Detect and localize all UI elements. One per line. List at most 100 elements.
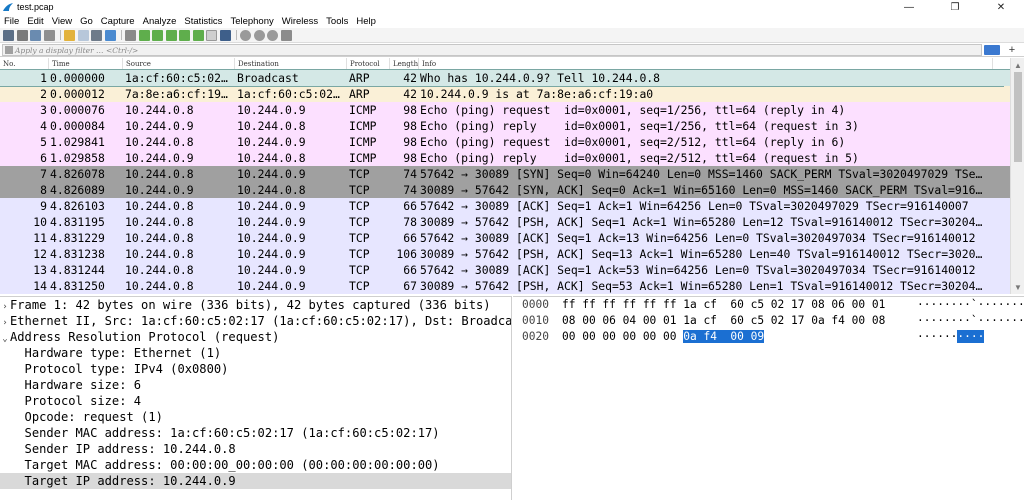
hex-text: 08 00 06 04 00 01 1a cf 60 c5 02 17 0a f… — [562, 314, 886, 327]
menu-view[interactable]: View — [48, 16, 76, 27]
scroll-up-icon[interactable]: ▲ — [1014, 61, 1022, 70]
cell-info: 57642 → 30089 [ACK] Seq=1 Ack=1 Win=6425… — [420, 199, 969, 213]
detail-tree-item[interactable]: ⌄ Address Resolution Protocol (request) — [0, 329, 511, 345]
column-header-time[interactable]: Time — [49, 58, 123, 70]
autoscroll-icon[interactable] — [206, 29, 217, 41]
detail-tree-item[interactable]: Sender MAC address: 1a:cf:60:c5:02:17 (1… — [0, 425, 511, 441]
menu-file[interactable]: File — [0, 16, 23, 27]
packet-list-rows: 1 0.000000 1a:cf:60:c5:02… Broadcast ARP 42 Wh… — [0, 69, 1024, 294]
packet-row[interactable]: 1 0.000000 1a:cf:60:c5:02… Broadcast ARP 42 Wh… — [0, 69, 1024, 87]
packet-row[interactable]: 8 4.826089 10.244.0.9 10.244.0.8 TCP 74 30089 … — [0, 182, 1024, 198]
column-header-destination[interactable]: Destination — [235, 58, 347, 70]
ascii-text: ········`······· — [917, 314, 1024, 327]
packet-row[interactable]: 4 0.000084 10.244.0.9 10.244.0.8 ICMP 98 Echo … — [0, 118, 1024, 134]
menu-go[interactable]: Go — [76, 16, 97, 27]
cell-destination: 1a:cf:60:c5:02… — [237, 87, 340, 101]
resize-columns-icon[interactable] — [280, 29, 292, 41]
detail-tree-item[interactable]: › Ethernet II, Src: 1a:cf:60:c5:02:17 (1a… — [0, 313, 511, 329]
ascii-bytes[interactable]: ········`······· — [916, 313, 1024, 329]
column-header-no[interactable]: No. — [0, 58, 49, 70]
hex-bytes[interactable]: 00 00 00 00 00 00 0a f4 00 09 — [561, 329, 916, 345]
cell-time: 4.831244 — [50, 263, 105, 277]
ascii-bytes[interactable]: ·········· — [916, 329, 1016, 345]
go-first-icon[interactable] — [179, 29, 190, 41]
packet-row[interactable]: 3 0.000076 10.244.0.8 10.244.0.9 ICMP 98 Echo … — [0, 102, 1024, 118]
bookmark-icon[interactable] — [5, 46, 13, 54]
column-header-protocol[interactable]: Protocol — [347, 58, 390, 70]
go-last-icon[interactable] — [192, 29, 204, 41]
display-filter-input[interactable]: Apply a display filter … <Ctrl-/> — [2, 44, 982, 56]
add-filter-button[interactable]: + — [1006, 44, 1018, 56]
detail-tree-item[interactable]: Target IP address: 10.244.0.9 — [0, 473, 511, 489]
zoom-out-icon[interactable] — [253, 29, 265, 41]
menu-analyze[interactable]: Analyze — [139, 16, 181, 27]
hex-bytes[interactable]: 08 00 06 04 00 01 1a cf 60 c5 02 17 0a f… — [561, 313, 916, 329]
cell-info: 57642 → 30089 [ACK] Seq=1 Ack=13 Win=642… — [420, 231, 976, 245]
cell-length: 98 — [403, 151, 417, 165]
detail-tree-item[interactable]: › Frame 1: 42 bytes on wire (336 bits), 4… — [0, 297, 511, 313]
restart-capture-icon[interactable] — [30, 29, 41, 41]
close-file-icon[interactable] — [91, 29, 102, 41]
cell-source: 7a:8e:a6:cf:19… — [125, 87, 228, 101]
cell-no: 5 — [40, 135, 47, 149]
find-packet-icon[interactable] — [125, 29, 136, 41]
scroll-down-icon[interactable]: ▼ — [1014, 283, 1022, 292]
go-back-icon[interactable] — [138, 29, 150, 41]
packet-row[interactable]: 14 4.831250 10.244.0.8 10.244.0.9 TCP 67 30089… — [0, 278, 1024, 294]
open-file-icon[interactable] — [64, 29, 75, 41]
toolbar-separator — [60, 30, 61, 40]
detail-tree-item[interactable]: Target MAC address: 00:00:00_00:00:00 (0… — [0, 457, 511, 473]
packet-row[interactable]: 11 4.831229 10.244.0.8 10.244.0.9 TCP 66 57642… — [0, 230, 1024, 246]
packet-row[interactable]: 2 0.000012 7a:8e:a6:cf:19… 1a:cf:60:c5:02… A… — [0, 86, 1024, 102]
cell-info: 30089 → 57642 [PSH, ACK] Seq=13 Ack=1 Wi… — [420, 247, 983, 261]
display-filter-bar: Apply a display filter … <Ctrl-/> + — [0, 43, 1024, 57]
menu-tools[interactable]: Tools — [322, 16, 352, 27]
cell-destination: 10.244.0.8 — [237, 183, 306, 197]
menu-help[interactable]: Help — [352, 16, 380, 27]
detail-tree-item[interactable]: Hardware type: Ethernet (1) — [0, 345, 511, 361]
colorize-icon[interactable] — [219, 29, 231, 41]
scrollbar-thumb[interactable] — [1014, 72, 1022, 162]
detail-tree-item[interactable]: Protocol type: IPv4 (0x0800) — [0, 361, 511, 377]
stop-capture-icon[interactable] — [16, 29, 28, 41]
menu-capture[interactable]: Capture — [97, 16, 139, 27]
cell-info: 57642 → 30089 [ACK] Seq=1 Ack=53 Win=642… — [420, 263, 976, 277]
menu-statistics[interactable]: Statistics — [180, 16, 226, 27]
zoom-in-icon[interactable] — [240, 29, 251, 41]
detail-tree-item[interactable]: Hardware size: 6 — [0, 377, 511, 393]
menu-edit[interactable]: Edit — [23, 16, 47, 27]
menu-telephony[interactable]: Telephony — [226, 16, 277, 27]
cell-no: 11 — [33, 231, 47, 245]
detail-tree-item[interactable]: Protocol size: 4 — [0, 393, 511, 409]
reload-file-icon[interactable] — [104, 29, 116, 41]
go-forward-icon[interactable] — [152, 29, 163, 41]
packet-row[interactable]: 6 1.029858 10.244.0.9 10.244.0.8 ICMP 98 Echo … — [0, 150, 1024, 166]
packet-row[interactable]: 12 4.831238 10.244.0.8 10.244.0.9 TCP 106 3008… — [0, 246, 1024, 262]
go-to-packet-icon[interactable] — [165, 29, 177, 41]
maximize-button[interactable]: ❐ — [932, 0, 978, 14]
packet-row[interactable]: 10 4.831195 10.244.0.8 10.244.0.9 TCP 78 30089… — [0, 214, 1024, 230]
column-header-info[interactable]: Info — [419, 58, 993, 70]
detail-tree-item[interactable]: Opcode: request (1) — [0, 409, 511, 425]
cell-destination: 10.244.0.9 — [237, 231, 306, 245]
column-header-length[interactable]: Length — [390, 58, 419, 70]
menu-wireless[interactable]: Wireless — [278, 16, 322, 27]
packet-list-scrollbar[interactable]: ▲ ▼ — [1010, 58, 1024, 294]
apply-filter-arrow-icon[interactable] — [984, 45, 1000, 55]
capture-options-icon[interactable] — [43, 29, 55, 41]
cell-destination: 10.244.0.8 — [237, 119, 306, 133]
cell-no: 2 — [40, 87, 47, 101]
detail-tree-item[interactable]: Sender IP address: 10.244.0.8 — [0, 441, 511, 457]
close-button[interactable]: ✕ — [978, 0, 1024, 14]
packet-row[interactable]: 7 4.826078 10.244.0.8 10.244.0.9 TCP 74 57642 … — [0, 166, 1024, 182]
hex-bytes[interactable]: ff ff ff ff ff ff 1a cf 60 c5 02 17 08 0… — [561, 297, 916, 313]
column-header-source[interactable]: Source — [123, 58, 235, 70]
zoom-normal-icon[interactable] — [267, 29, 278, 41]
minimize-button[interactable]: — — [886, 0, 932, 14]
save-file-icon[interactable] — [77, 29, 89, 41]
start-capture-icon[interactable] — [3, 29, 14, 41]
packet-row[interactable]: 9 4.826103 10.244.0.8 10.244.0.9 TCP 66 57642 … — [0, 198, 1024, 214]
packet-row[interactable]: 13 4.831244 10.244.0.8 10.244.0.9 TCP 66 57642… — [0, 262, 1024, 278]
packet-row[interactable]: 5 1.029841 10.244.0.8 10.244.0.9 ICMP 98 Echo … — [0, 134, 1024, 150]
ascii-bytes[interactable]: ········`······· — [916, 297, 1024, 313]
